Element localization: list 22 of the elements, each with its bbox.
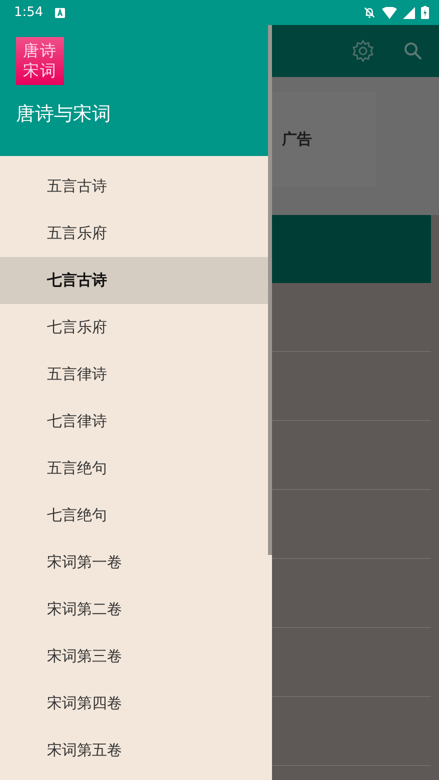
- drawer-item[interactable]: 五言绝句: [0, 445, 272, 492]
- app-logo: 唐诗 宋词: [16, 37, 64, 85]
- drawer-item[interactable]: 七言绝句: [0, 492, 272, 539]
- wifi-icon: [382, 6, 397, 18]
- drawer-item[interactable]: 宋词第二卷: [0, 586, 272, 633]
- scrollbar[interactable]: [268, 25, 272, 555]
- bell-off-icon: [363, 6, 376, 19]
- settings-icon[interactable]: [351, 39, 375, 63]
- status-time: 1:54: [14, 5, 44, 20]
- drawer-item[interactable]: 七言乐府: [0, 304, 272, 351]
- drawer-title: 唐诗与宋词: [16, 102, 112, 127]
- battery-icon: [421, 6, 429, 19]
- search-icon[interactable]: [403, 41, 423, 61]
- signal-icon: [403, 6, 415, 18]
- drawer-item[interactable]: 五言律诗: [0, 351, 272, 398]
- drawer-item[interactable]: 七言律诗: [0, 398, 272, 445]
- drawer-item[interactable]: 五言乐府: [0, 210, 272, 257]
- notification-icon: [55, 8, 66, 18]
- drawer-item[interactable]: 宋词第五卷: [0, 727, 272, 774]
- drawer-item[interactable]: 宋词第四卷: [0, 680, 272, 727]
- drawer-item[interactable]: 宋词第三卷: [0, 633, 272, 680]
- drawer-item[interactable]: 宋词第一卷: [0, 539, 272, 586]
